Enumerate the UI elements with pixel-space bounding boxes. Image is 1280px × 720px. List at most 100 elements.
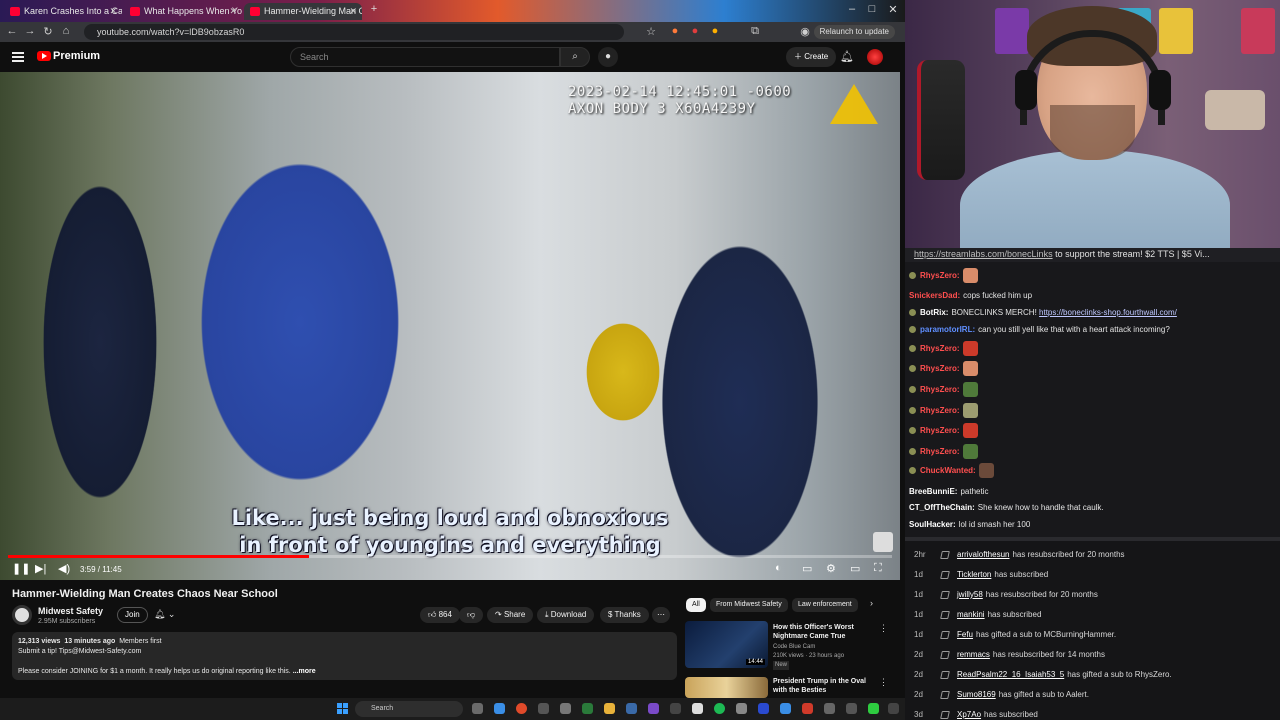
pause-icon[interactable]: ❚❚ [12, 562, 30, 575]
app-icon[interactable] [824, 703, 835, 714]
chat-username[interactable]: paramotorIRL: [920, 325, 975, 334]
app-icon[interactable] [780, 703, 791, 714]
hamburger-menu-icon[interactable] [12, 52, 24, 62]
feed-username[interactable]: arrivalofthesun [957, 550, 1009, 559]
app-icon[interactable] [888, 703, 899, 714]
back-icon[interactable]: ← [5, 25, 19, 37]
bookmark-star-icon[interactable]: ☆ [644, 25, 658, 38]
app-icon[interactable] [582, 703, 593, 714]
chip-from-midwest-safety[interactable]: From Midwest Safety [710, 598, 788, 612]
close-window-icon[interactable]: ✕ [883, 3, 903, 16]
download-button[interactable]: ⤓ Download [537, 607, 595, 623]
extensions-puzzle-icon[interactable]: ⧉ [748, 25, 762, 38]
tab-what-happens[interactable]: What Happens When You Poin ✕ [124, 3, 242, 20]
task-view-icon[interactable] [472, 703, 483, 714]
recommendation-thumbnail[interactable]: 14:44 [685, 621, 768, 668]
chat-link[interactable]: https://boneclinks-shop.fourthwall.com/ [1039, 308, 1177, 317]
app-icon[interactable] [626, 703, 637, 714]
like-button[interactable]: 👍︎ 864 [420, 607, 460, 623]
feed-username[interactable]: Xp7Ao [957, 710, 981, 719]
chip-all[interactable]: All [686, 598, 706, 612]
chat-username[interactable]: SoulHacker: [909, 520, 956, 529]
taskbar-search[interactable]: Search [355, 701, 463, 717]
app-icon[interactable] [538, 703, 549, 714]
app-icon[interactable] [494, 703, 505, 714]
autoplay-toggle-icon[interactable]: ◐ [775, 562, 782, 574]
recommendation-title[interactable]: President Trump in the Oval with the Bes… [773, 677, 873, 695]
chrome-icon[interactable] [516, 703, 527, 714]
close-tab-icon[interactable]: ✕ [109, 3, 117, 20]
settings-gear-icon[interactable]: ⚙ [826, 562, 836, 575]
channel-avatar[interactable] [12, 605, 32, 625]
chat-username[interactable]: RhysZero: [920, 271, 960, 280]
close-tab-icon[interactable]: ✕ [349, 3, 357, 20]
chat-username[interactable]: BreeBunniE: [909, 487, 957, 496]
app-icon[interactable] [560, 703, 571, 714]
home-icon[interactable]: ⌂ [59, 25, 73, 37]
feed-username[interactable]: Sumo8169 [957, 690, 996, 699]
account-avatar[interactable] [867, 49, 883, 65]
feed-username[interactable]: jwilly58 [957, 590, 983, 599]
feed-username[interactable]: Fefu [957, 630, 973, 639]
chat-username[interactable]: RhysZero: [920, 364, 960, 373]
chat-username[interactable]: RhysZero: [920, 426, 960, 435]
chat-username[interactable]: RhysZero: [920, 344, 960, 353]
chat-username[interactable]: SnickersDad: [909, 291, 960, 300]
app-icon[interactable] [670, 703, 681, 714]
feed-username[interactable]: mankini [957, 610, 985, 619]
show-more-link[interactable]: ...more [293, 668, 316, 675]
voice-search-mic-icon[interactable]: ● [598, 47, 618, 67]
windows-start-icon[interactable] [337, 703, 348, 714]
relaunch-to-update-button[interactable]: Relaunch to update [813, 25, 895, 39]
recommendation-channel[interactable]: Code Blue Cam [773, 643, 815, 652]
profile-icon[interactable]: ◉ [798, 25, 812, 38]
youtube-logo-icon[interactable] [37, 51, 51, 61]
search-button[interactable]: ⌕ [560, 47, 590, 67]
subtitles-icon[interactable]: ▭ [802, 562, 812, 575]
app-icon[interactable] [736, 703, 747, 714]
chip-law-enforcement[interactable]: Law enforcement [792, 598, 858, 612]
app-icon[interactable] [846, 703, 857, 714]
next-icon[interactable]: ▶| [35, 562, 46, 575]
feed-username[interactable]: remmacs [957, 650, 990, 659]
tab-karen[interactable]: Karen Crashes Into a Car While ✕ [4, 3, 122, 20]
thanks-button[interactable]: $ Thanks [600, 607, 649, 623]
extension-icon[interactable]: ● [708, 25, 722, 37]
reload-icon[interactable]: ↻ [41, 25, 55, 38]
channel-watermark-icon[interactable] [873, 532, 893, 552]
app-icon[interactable] [648, 703, 659, 714]
search-input[interactable]: Search [290, 47, 560, 67]
app-icon[interactable] [758, 703, 769, 714]
volume-icon[interactable]: ◀) [58, 562, 70, 575]
recommendation-menu-icon[interactable]: ⋮ [879, 623, 888, 634]
extension-icon[interactable]: ● [688, 25, 702, 37]
url-field[interactable]: youtube.com/watch?v=lDB9obzasR0 [84, 24, 624, 40]
new-tab-button[interactable]: + [364, 3, 384, 15]
file-explorer-icon[interactable] [604, 703, 615, 714]
theater-mode-icon[interactable]: ▭ [850, 562, 860, 575]
youtube-premium-logo[interactable]: Premium [53, 50, 100, 62]
extension-icon[interactable]: ● [668, 25, 682, 37]
chat-username[interactable]: CT_OffTheChain: [909, 503, 975, 512]
tab-hammer-active[interactable]: Hammer-Wielding Man Cre ✕ [244, 3, 362, 20]
more-actions-icon[interactable]: ⋯ [652, 607, 670, 623]
app-icon[interactable] [802, 703, 813, 714]
feed-username[interactable]: ReadPsalm22_16_Isaiah53_5 [957, 670, 1064, 679]
subscribe-bell-icon[interactable]: 🔔︎ ⌄ [154, 609, 175, 620]
video-player[interactable]: 2023-02-14 12:45:01 -0600 AXON BODY 3 X6… [0, 72, 900, 580]
chat-username[interactable]: RhysZero: [920, 447, 960, 456]
share-button[interactable]: ↷ Share [487, 607, 534, 623]
progress-bar[interactable] [8, 555, 892, 558]
chips-next-icon[interactable]: › [870, 598, 873, 608]
dislike-button[interactable]: 👎︎ [459, 607, 484, 623]
app-icon[interactable] [868, 703, 879, 714]
create-button[interactable]: ＋ Create [786, 47, 837, 67]
app-icon[interactable] [692, 703, 703, 714]
spotify-icon[interactable] [714, 703, 725, 714]
channel-name[interactable]: Midwest Safety [38, 606, 103, 616]
fullscreen-icon[interactable]: ⛶ [874, 562, 882, 575]
chat-username[interactable]: RhysZero: [920, 406, 960, 415]
recommendation-thumbnail[interactable] [685, 677, 768, 698]
minimize-icon[interactable]: – [842, 3, 862, 15]
forward-icon[interactable]: → [23, 25, 37, 37]
